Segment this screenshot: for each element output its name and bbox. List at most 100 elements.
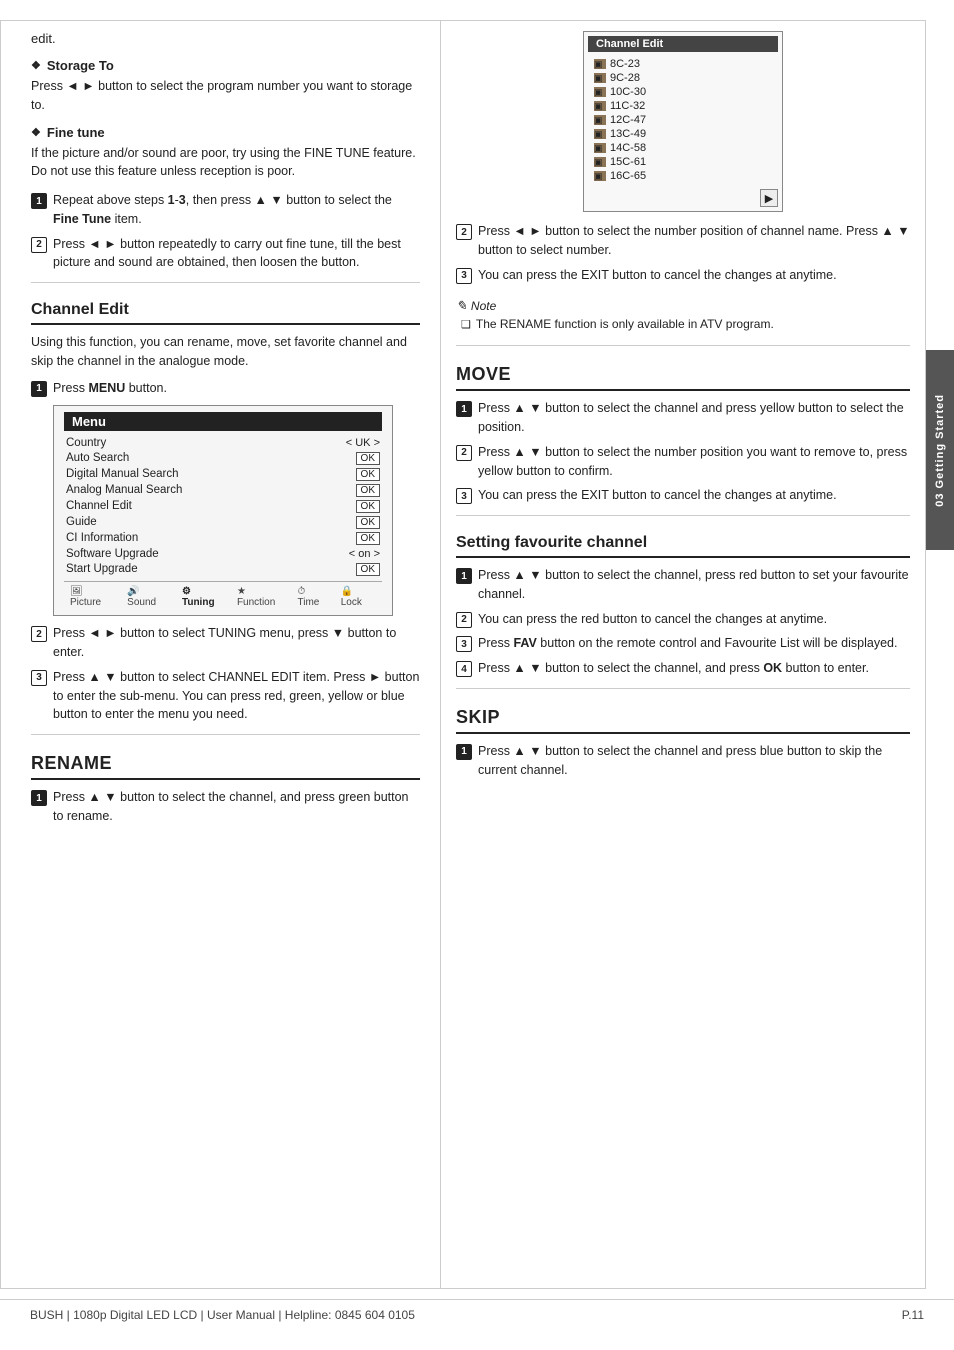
channel-item-6: ▣13C-49 — [594, 127, 772, 141]
ok-btn-ci: OK — [356, 532, 380, 545]
move-step2: 2 Press ▲ ▼ button to select the number … — [456, 443, 910, 481]
ok-btn-auto: OK — [356, 452, 380, 465]
menu-row-analog-manual: Analog Manual Search OK — [64, 483, 382, 498]
footer: BUSH | 1080p Digital LED LCD | User Manu… — [0, 1299, 954, 1330]
ch-icon-7: ▣ — [594, 143, 606, 153]
footer-left: BUSH | 1080p Digital LED LCD | User Manu… — [30, 1308, 415, 1322]
channel-item-5: ▣12C-47 — [594, 113, 772, 127]
fine-tune-step1-text: Repeat above steps 1-3, then press ▲ ▼ b… — [53, 191, 420, 229]
ch-icon-9: ▣ — [594, 171, 606, 181]
fav-step3: 3 Press FAV button on the remote control… — [456, 634, 910, 653]
channel-nav-arrow[interactable]: ▶ — [760, 189, 778, 207]
move-step1-text: Press ▲ ▼ button to select the channel a… — [478, 399, 910, 437]
ch-icon-6: ▣ — [594, 129, 606, 139]
menu-row-digital-manual-value: OK — [356, 468, 380, 481]
skip-step1-text: Press ▲ ▼ button to select the channel a… — [478, 742, 910, 780]
rename-right-step2: 2 Press ◄ ► button to select the number … — [456, 222, 910, 260]
menu-row-auto-search-label: Auto Search — [66, 452, 129, 465]
fav-step-num-3: 3 — [456, 636, 472, 652]
menu-row-start-value: OK — [356, 563, 380, 576]
ce-step-num-2: 2 — [31, 626, 47, 642]
menu-row-country-value: < UK > — [346, 437, 380, 449]
menu-row-ci-label: CI Information — [66, 532, 138, 545]
ok-btn-analog: OK — [356, 484, 380, 497]
rename-step1: 1 Press ▲ ▼ button to select the channel… — [31, 788, 420, 826]
menu-row-sw-upgrade: Software Upgrade < on > — [64, 547, 382, 561]
skip-step-num-1: 1 — [456, 744, 472, 760]
ok-btn-start: OK — [356, 563, 380, 576]
move-step3-text: You can press the EXIT button to cancel … — [478, 486, 910, 505]
storage-to-title: Storage To — [31, 58, 420, 73]
fine-tune-step2-item: 2 Press ◄ ► button repeatedly to carry o… — [31, 235, 420, 273]
channel-item-9: ▣16C-65 — [594, 169, 772, 183]
menu-row-start-upgrade: Start Upgrade OK — [64, 562, 382, 577]
rename-r-step-2: 2 — [456, 224, 472, 240]
rename-right-step3-text: You can press the EXIT button to cancel … — [478, 266, 910, 285]
move-step2-text: Press ▲ ▼ button to select the number po… — [478, 443, 910, 481]
channel-item-2: ▣9C-28 — [594, 71, 772, 85]
main-content: edit. Storage To Press ◄ ► button to sel… — [0, 20, 926, 1289]
move-step-num-2: 2 — [456, 445, 472, 461]
menu-row-channel-edit-value: OK — [356, 500, 380, 513]
divider-fav — [456, 515, 910, 516]
side-tab-label: 03 Getting Started — [934, 394, 946, 507]
menu-row-sw-label: Software Upgrade — [66, 548, 159, 560]
menu-tab-time: ⏱ Time — [292, 585, 335, 609]
fav-step-num-1: 1 — [456, 568, 472, 584]
fine-tune-step2-text: Press ◄ ► button repeatedly to carry out… — [53, 235, 420, 273]
rename-right-step3: 3 You can press the EXIT button to cance… — [456, 266, 910, 285]
step-num-2: 2 — [31, 237, 47, 253]
channel-nav: ▶ — [588, 189, 778, 207]
menu-row-ci-value: OK — [356, 532, 380, 545]
fine-tune-body: If the picture and/or sound are poor, tr… — [31, 144, 420, 182]
rename-r-step-3: 3 — [456, 268, 472, 284]
menu-box: Menu Country < UK > Auto Search OK Digit… — [53, 405, 393, 616]
ce-step-num-1: 1 — [31, 381, 47, 397]
rename-step1-text: Press ▲ ▼ button to select the channel, … — [53, 788, 420, 826]
channel-edit-step2-text: Press ◄ ► button to select TUNING menu, … — [53, 624, 420, 662]
ch-icon-1: ▣ — [594, 59, 606, 69]
divider-rename — [31, 734, 420, 735]
ch-icon-5: ▣ — [594, 115, 606, 125]
skip-heading: SKIP — [456, 707, 910, 734]
fine-tune-step1-item: 1 Repeat above steps 1-3, then press ▲ ▼… — [31, 191, 420, 229]
divider-1 — [31, 282, 420, 283]
channel-list: ▣8C-23 ▣9C-28 ▣10C-30 ▣11C-32 ▣12C-47 ▣1… — [588, 55, 778, 185]
fav-step1: 1 Press ▲ ▼ button to select the channel… — [456, 566, 910, 604]
menu-row-ci-info: CI Information OK — [64, 531, 382, 546]
menu-row-channel-edit-label: Channel Edit — [66, 500, 132, 513]
channel-item-1: ▣8C-23 — [594, 57, 772, 71]
ch-icon-2: ▣ — [594, 73, 606, 83]
menu-row-guide: Guide OK — [64, 515, 382, 530]
skip-step1: 1 Press ▲ ▼ button to select the channel… — [456, 742, 910, 780]
channel-edit-intro: Using this function, you can rename, mov… — [31, 333, 420, 371]
menu-row-country: Country < UK > — [64, 436, 382, 450]
channel-edit-step1-text: Press MENU button. — [53, 379, 420, 398]
menu-row-channel-edit: Channel Edit OK — [64, 499, 382, 514]
channel-item-3: ▣10C-30 — [594, 85, 772, 99]
channel-edit-step3-text: Press ▲ ▼ button to select CHANNEL EDIT … — [53, 668, 420, 724]
channel-item-7: ▣14C-58 — [594, 141, 772, 155]
menu-tab-lock: 🔒 Lock — [335, 585, 382, 609]
fav-step1-text: Press ▲ ▼ button to select the channel, … — [478, 566, 910, 604]
menu-tab-tuning: ⚙ Tuning — [176, 585, 231, 609]
menu-row-analog-manual-label: Analog Manual Search — [66, 484, 182, 497]
move-heading: MOVE — [456, 364, 910, 391]
left-column: edit. Storage To Press ◄ ► button to sel… — [0, 20, 440, 1289]
menu-box-title: Menu — [64, 412, 382, 431]
channel-panel-title: Channel Edit — [588, 36, 778, 52]
fav-step2-text: You can press the red button to cancel t… — [478, 610, 910, 629]
ch-icon-8: ▣ — [594, 157, 606, 167]
fav-step4: 4 Press ▲ ▼ button to select the channel… — [456, 659, 910, 678]
menu-tabs: 🖼 Picture 🔊 Sound ⚙ Tuning ★ Function ⏱ … — [64, 581, 382, 609]
fav-step-num-2: 2 — [456, 612, 472, 628]
menu-tab-function: ★ Function — [231, 585, 292, 609]
menu-row-digital-manual: Digital Manual Search OK — [64, 467, 382, 482]
menu-tab-picture: 🖼 Picture — [64, 585, 121, 609]
menu-row-guide-label: Guide — [66, 516, 97, 529]
menu-row-analog-manual-value: OK — [356, 484, 380, 497]
menu-row-country-label: Country — [66, 437, 106, 449]
rename-step-num-1: 1 — [31, 790, 47, 806]
ch-icon-4: ▣ — [594, 101, 606, 111]
menu-row-sw-value: < on > — [349, 548, 380, 560]
